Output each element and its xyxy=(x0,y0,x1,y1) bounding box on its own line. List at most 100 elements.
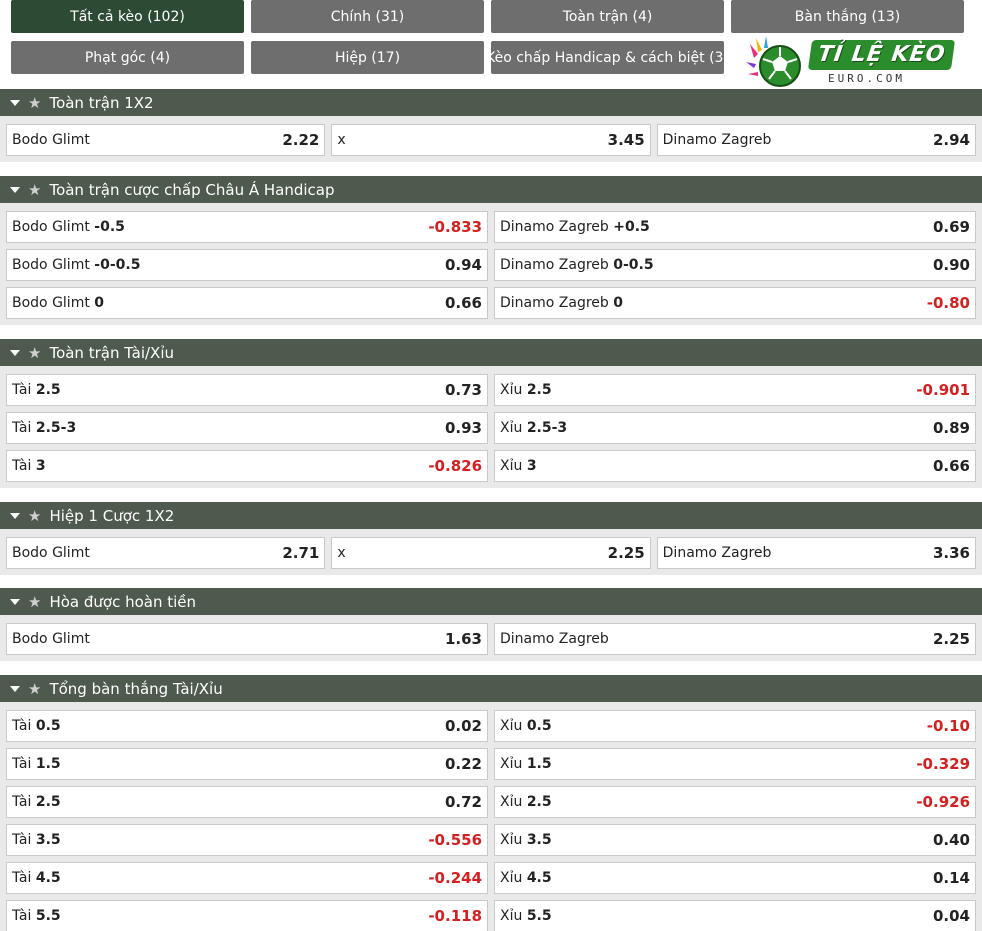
odds-cell[interactable]: Dinamo Zagreb 3.36 xyxy=(656,537,976,569)
odds-cell[interactable]: Tài 2.5-3 0.93 xyxy=(6,412,488,444)
section-first-half-1x2: ★ Hiệp 1 Cược 1X2 Bodo Glimt 2.71 x 2.25 D… xyxy=(0,502,982,575)
star-icon[interactable]: ★ xyxy=(28,181,41,199)
odds-outcome: Xỉu xyxy=(500,908,523,924)
odds-cell[interactable]: Tài 2.5 0.73 xyxy=(6,374,488,406)
odds-label: Dinamo Zagreb 0 xyxy=(500,295,623,311)
odds-cell[interactable]: Xỉu 2.5 -0.926 xyxy=(494,786,976,818)
odds-row: Tài 3.5 -0.556 Xỉu 3.5 0.40 xyxy=(6,824,976,856)
odds-label: Xỉu 3 xyxy=(500,458,537,474)
odds-cell[interactable]: Dinamo Zagreb +0.5 0.69 xyxy=(494,211,976,243)
odds-cell[interactable]: Tài 0.5 0.02 xyxy=(6,710,488,742)
tab-corners[interactable]: Phạt góc (4) xyxy=(11,41,244,74)
odds-label: Dinamo Zagreb +0.5 xyxy=(500,219,650,235)
odds-line: 2.5-3 xyxy=(526,420,568,436)
odds-cell[interactable]: Tài 3 -0.826 xyxy=(6,450,488,482)
odds-cell[interactable]: Bodo Glimt 2.71 xyxy=(6,537,326,569)
odds-cell[interactable]: Bodo Glimt -0.5 -0.833 xyxy=(6,211,488,243)
section-header[interactable]: ★ Toàn trận Tài/Xỉu xyxy=(0,339,982,366)
collapse-caret-icon[interactable] xyxy=(10,598,20,605)
odds-value: 0.14 xyxy=(932,869,970,887)
odds-cell[interactable]: Dinamo Zagreb 2.94 xyxy=(656,124,976,156)
odds-value: 2.22 xyxy=(282,131,320,149)
odds-outcome: Dinamo Zagreb xyxy=(500,295,609,311)
odds-value: -0.826 xyxy=(428,457,482,475)
section-header[interactable]: ★ Toàn trận 1X2 xyxy=(0,89,982,116)
odds-value: -0.10 xyxy=(926,717,970,735)
odds-cell[interactable]: Tài 1.5 0.22 xyxy=(6,748,488,780)
tab-all[interactable]: Tất cả kèo (102) xyxy=(11,0,244,33)
tab-handicap[interactable]: Kèo chấp Handicap & cách biệt (3) xyxy=(486,41,729,74)
odds-line: -0.5 xyxy=(94,219,125,235)
odds-cell[interactable]: x 3.45 xyxy=(331,124,651,156)
odds-row: Bodo Glimt 2.71 x 2.25 Dinamo Zagreb 3.36 xyxy=(6,537,976,569)
odds-value: -0.901 xyxy=(916,381,970,399)
section-header[interactable]: ★ Hiệp 1 Cược 1X2 xyxy=(0,502,982,529)
odds-cell[interactable]: Dinamo Zagreb 2.25 xyxy=(494,623,976,655)
odds-label: Tài 5.5 xyxy=(12,908,61,924)
odds-cell[interactable]: Bodo Glimt 1.63 xyxy=(6,623,488,655)
odds-outcome: Xỉu xyxy=(500,718,523,734)
tab-full-match[interactable]: Toàn trận (4) xyxy=(491,0,724,33)
odds-cell[interactable]: Xỉu 4.5 0.14 xyxy=(494,862,976,894)
odds-cell[interactable]: Xỉu 2.5 -0.901 xyxy=(494,374,976,406)
odds-cell[interactable]: Bodo Glimt 2.22 xyxy=(6,124,326,156)
odds-outcome: Xỉu xyxy=(500,382,523,398)
odds-value: -0.244 xyxy=(428,869,482,887)
odds-label: Tài 0.5 xyxy=(12,718,61,734)
odds-label: Xỉu 2.5-3 xyxy=(500,420,567,436)
odds-cell[interactable]: Tài 4.5 -0.244 xyxy=(6,862,488,894)
section-header[interactable]: ★ Hòa được hoàn tiền xyxy=(0,588,982,615)
site-logo[interactable]: TỈ LỆ KÈO EURO.COM xyxy=(744,34,964,90)
star-icon[interactable]: ★ xyxy=(28,507,41,525)
odds-label: Xỉu 4.5 xyxy=(500,870,552,886)
soccer-ball-icon xyxy=(744,34,804,90)
odds-cell[interactable]: Tài 3.5 -0.556 xyxy=(6,824,488,856)
collapse-caret-icon[interactable] xyxy=(10,186,20,193)
odds-line: 0 xyxy=(613,295,623,311)
tab-halves[interactable]: Hiệp (17) xyxy=(251,41,484,74)
odds-line: 5.5 xyxy=(526,908,552,924)
odds-value: -0.926 xyxy=(916,793,970,811)
odds-cell[interactable]: Xỉu 5.5 0.04 xyxy=(494,900,976,931)
odds-row: Tài 0.5 0.02 Xỉu 0.5 -0.10 xyxy=(6,710,976,742)
odds-cell[interactable]: Dinamo Zagreb 0-0.5 0.90 xyxy=(494,249,976,281)
odds-cell[interactable]: Xỉu 3 0.66 xyxy=(494,450,976,482)
tab-main[interactable]: Chính (31) xyxy=(251,0,484,33)
odds-cell[interactable]: Bodo Glimt -0-0.5 0.94 xyxy=(6,249,488,281)
odds-cell[interactable]: Xỉu 3.5 0.40 xyxy=(494,824,976,856)
star-icon[interactable]: ★ xyxy=(28,593,41,611)
odds-cell[interactable]: Tài 2.5 0.72 xyxy=(6,786,488,818)
odds-line: 2.5 xyxy=(526,382,552,398)
section-1x2: ★ Toàn trận 1X2 Bodo Glimt 2.22 x 3.45 Din… xyxy=(0,89,982,162)
collapse-caret-icon[interactable] xyxy=(10,685,20,692)
collapse-caret-icon[interactable] xyxy=(10,512,20,519)
odds-cell[interactable]: Xỉu 0.5 -0.10 xyxy=(494,710,976,742)
odds-outcome: Tài xyxy=(12,832,32,848)
collapse-caret-icon[interactable] xyxy=(10,349,20,356)
section-header[interactable]: ★ Toàn trận cược chấp Châu Á Handicap xyxy=(0,176,982,203)
odds-value: 0.66 xyxy=(932,457,970,475)
odds-outcome: Tài xyxy=(12,908,32,924)
odds-row: Tài 1.5 0.22 Xỉu 1.5 -0.329 xyxy=(6,748,976,780)
odds-outcome: Xỉu xyxy=(500,870,523,886)
logo-text: TỈ LỆ KÈO EURO.COM xyxy=(807,40,956,84)
odds-cell[interactable]: Bodo Glimt 0 0.66 xyxy=(6,287,488,319)
star-icon[interactable]: ★ xyxy=(28,94,41,112)
odds-outcome: Tài xyxy=(12,420,32,436)
collapse-caret-icon[interactable] xyxy=(10,99,20,106)
odds-cell[interactable]: Xỉu 2.5-3 0.89 xyxy=(494,412,976,444)
star-icon[interactable]: ★ xyxy=(28,344,41,362)
odds-line: 0.5 xyxy=(35,718,61,734)
odds-cell[interactable]: Xỉu 1.5 -0.329 xyxy=(494,748,976,780)
odds-outcome: Tài xyxy=(12,718,32,734)
odds-cell[interactable]: Dinamo Zagreb 0 -0.80 xyxy=(494,287,976,319)
odds-value: -0.556 xyxy=(428,831,482,849)
odds-outcome: x xyxy=(337,545,346,561)
odds-outcome: Xỉu xyxy=(500,832,523,848)
odds-line: 1.5 xyxy=(35,756,61,772)
tab-goals[interactable]: Bàn thắng (13) xyxy=(731,0,964,33)
odds-cell[interactable]: Tài 5.5 -0.118 xyxy=(6,900,488,931)
odds-cell[interactable]: x 2.25 xyxy=(331,537,651,569)
section-header[interactable]: ★ Tổng bàn thắng Tài/Xỉu xyxy=(0,675,982,702)
star-icon[interactable]: ★ xyxy=(28,680,41,698)
